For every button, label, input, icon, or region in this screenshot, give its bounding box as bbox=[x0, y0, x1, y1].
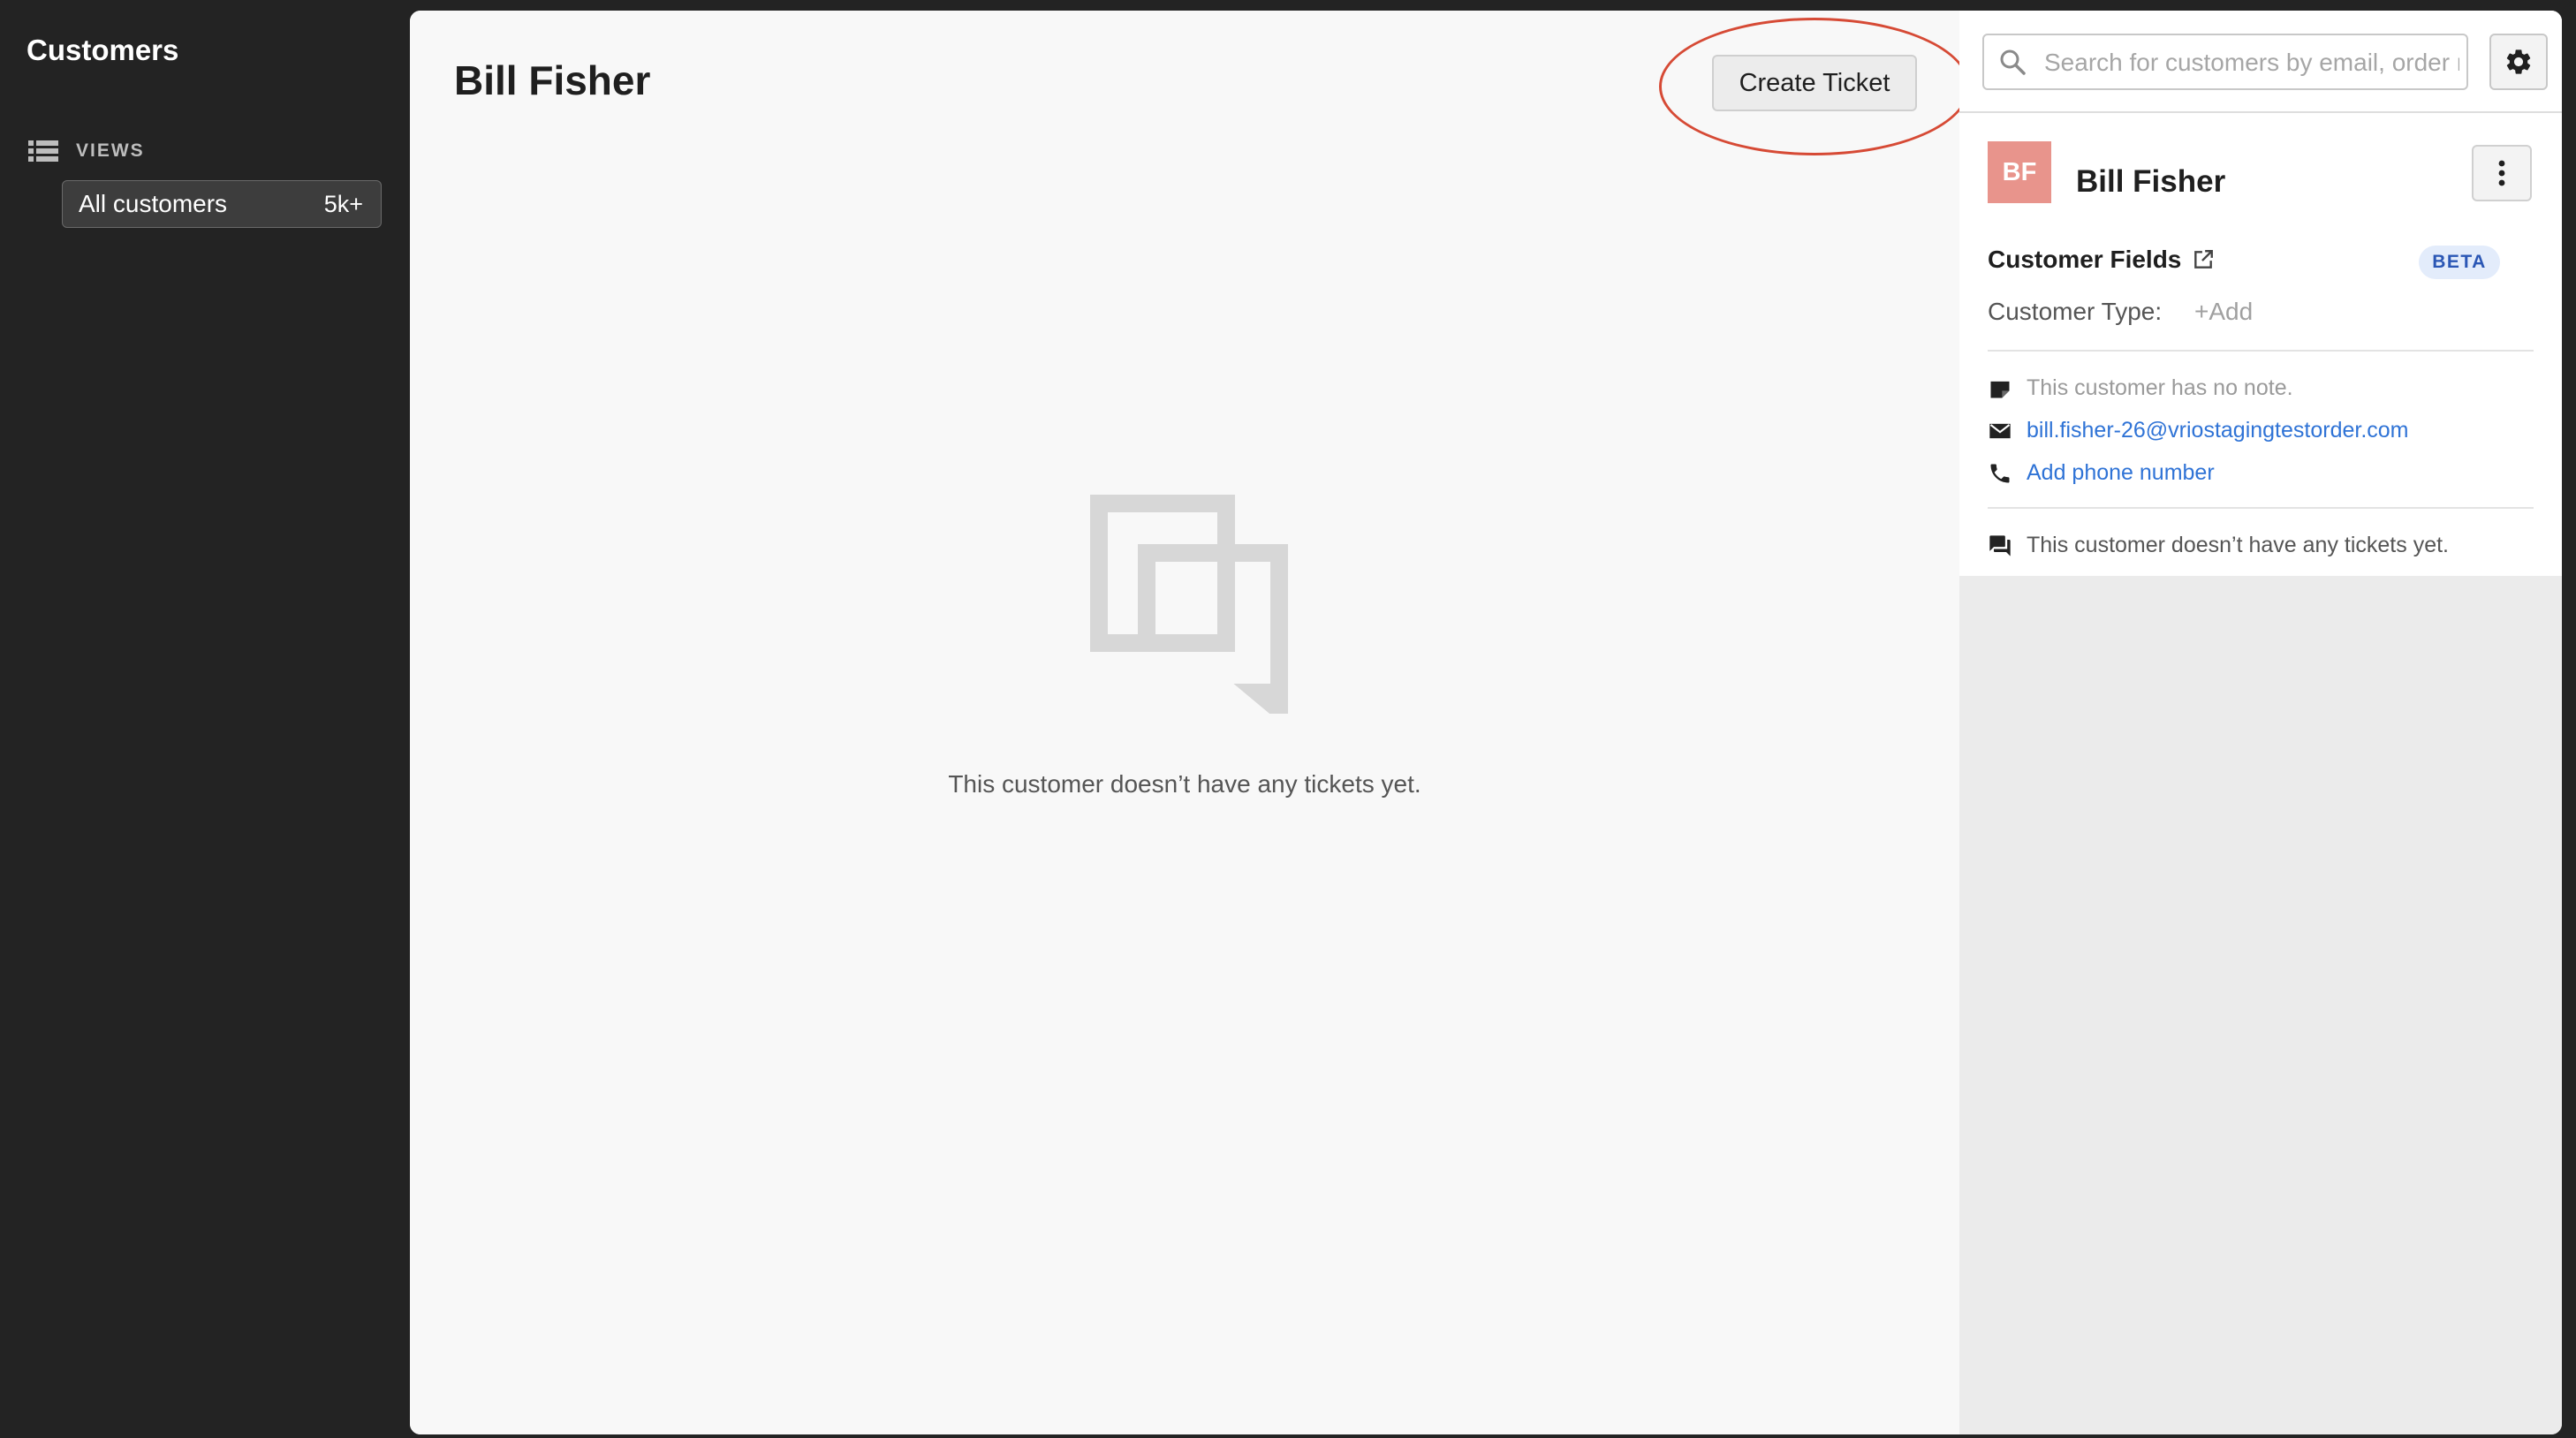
page-title: Bill Fisher bbox=[454, 57, 651, 103]
divider bbox=[1988, 350, 2534, 352]
view-item-all-customers[interactable]: All customers 5k+ bbox=[62, 180, 382, 228]
more-vertical-icon bbox=[2498, 160, 2505, 186]
customer-fields-heading: Customer Fields bbox=[1988, 246, 2215, 274]
empty-tickets-icon bbox=[1090, 495, 1288, 714]
customer-type-add[interactable]: +Add bbox=[2194, 298, 2253, 326]
customer-content: Bill Fisher Create Ticket This customer … bbox=[410, 11, 1970, 1434]
no-tickets-text: This customer doesn’t have any tickets y… bbox=[2027, 533, 2449, 557]
empty-state-text: This customer doesn’t have any tickets y… bbox=[948, 770, 1421, 798]
sidebar: Customers VIEWS All customers 5k+ bbox=[0, 0, 408, 1438]
external-link-icon[interactable] bbox=[2192, 248, 2215, 271]
email-icon bbox=[1989, 423, 2011, 438]
chat-icon bbox=[1989, 534, 2011, 556]
main-panel: Bill Fisher Create Ticket This customer … bbox=[410, 11, 2562, 1434]
divider bbox=[1959, 111, 2562, 113]
search-icon bbox=[2000, 49, 2026, 75]
note-text: This customer has no note. bbox=[2027, 375, 2293, 400]
email-link[interactable]: bill.fisher-26@vriostagingtestorder.com bbox=[2027, 418, 2409, 443]
search-input[interactable] bbox=[2042, 39, 2461, 87]
views-header: VIEWS bbox=[28, 138, 145, 164]
views-label: VIEWS bbox=[76, 140, 145, 161]
tickets-row: This customer doesn’t have any tickets y… bbox=[1988, 533, 2449, 558]
note-icon bbox=[1990, 381, 2010, 397]
search-box bbox=[1982, 34, 2468, 90]
view-item-count: 5k+ bbox=[323, 190, 363, 217]
view-item-label: All customers bbox=[79, 190, 228, 217]
phone-icon bbox=[1990, 464, 2010, 482]
customer-type-label: Customer Type: bbox=[1988, 298, 2163, 325]
more-options-button[interactable] bbox=[2472, 145, 2532, 201]
note-row: This customer has no note. bbox=[1988, 375, 2293, 401]
customer-card: BF Bill Fisher Customer Fields BETA Cust… bbox=[1959, 11, 2562, 576]
create-ticket-button[interactable]: Create Ticket bbox=[1712, 55, 1917, 111]
list-icon bbox=[28, 140, 58, 162]
customer-name: Bill Fisher bbox=[2076, 164, 2226, 199]
email-row: bill.fisher-26@vriostagingtestorder.com bbox=[1988, 418, 2409, 443]
avatar: BF bbox=[1988, 141, 2051, 203]
sidebar-title: Customers bbox=[27, 34, 179, 66]
divider bbox=[1988, 507, 2534, 509]
settings-button[interactable] bbox=[2489, 34, 2548, 90]
beta-badge: BETA bbox=[2419, 246, 2500, 279]
phone-row: Add phone number bbox=[1988, 460, 2215, 486]
customer-fields-title: Customer Fields bbox=[1988, 246, 2182, 273]
customer-detail-panel: BF Bill Fisher Customer Fields BETA Cust… bbox=[1959, 11, 2562, 1434]
gear-icon bbox=[2506, 49, 2531, 74]
add-phone-link[interactable]: Add phone number bbox=[2027, 460, 2215, 486]
